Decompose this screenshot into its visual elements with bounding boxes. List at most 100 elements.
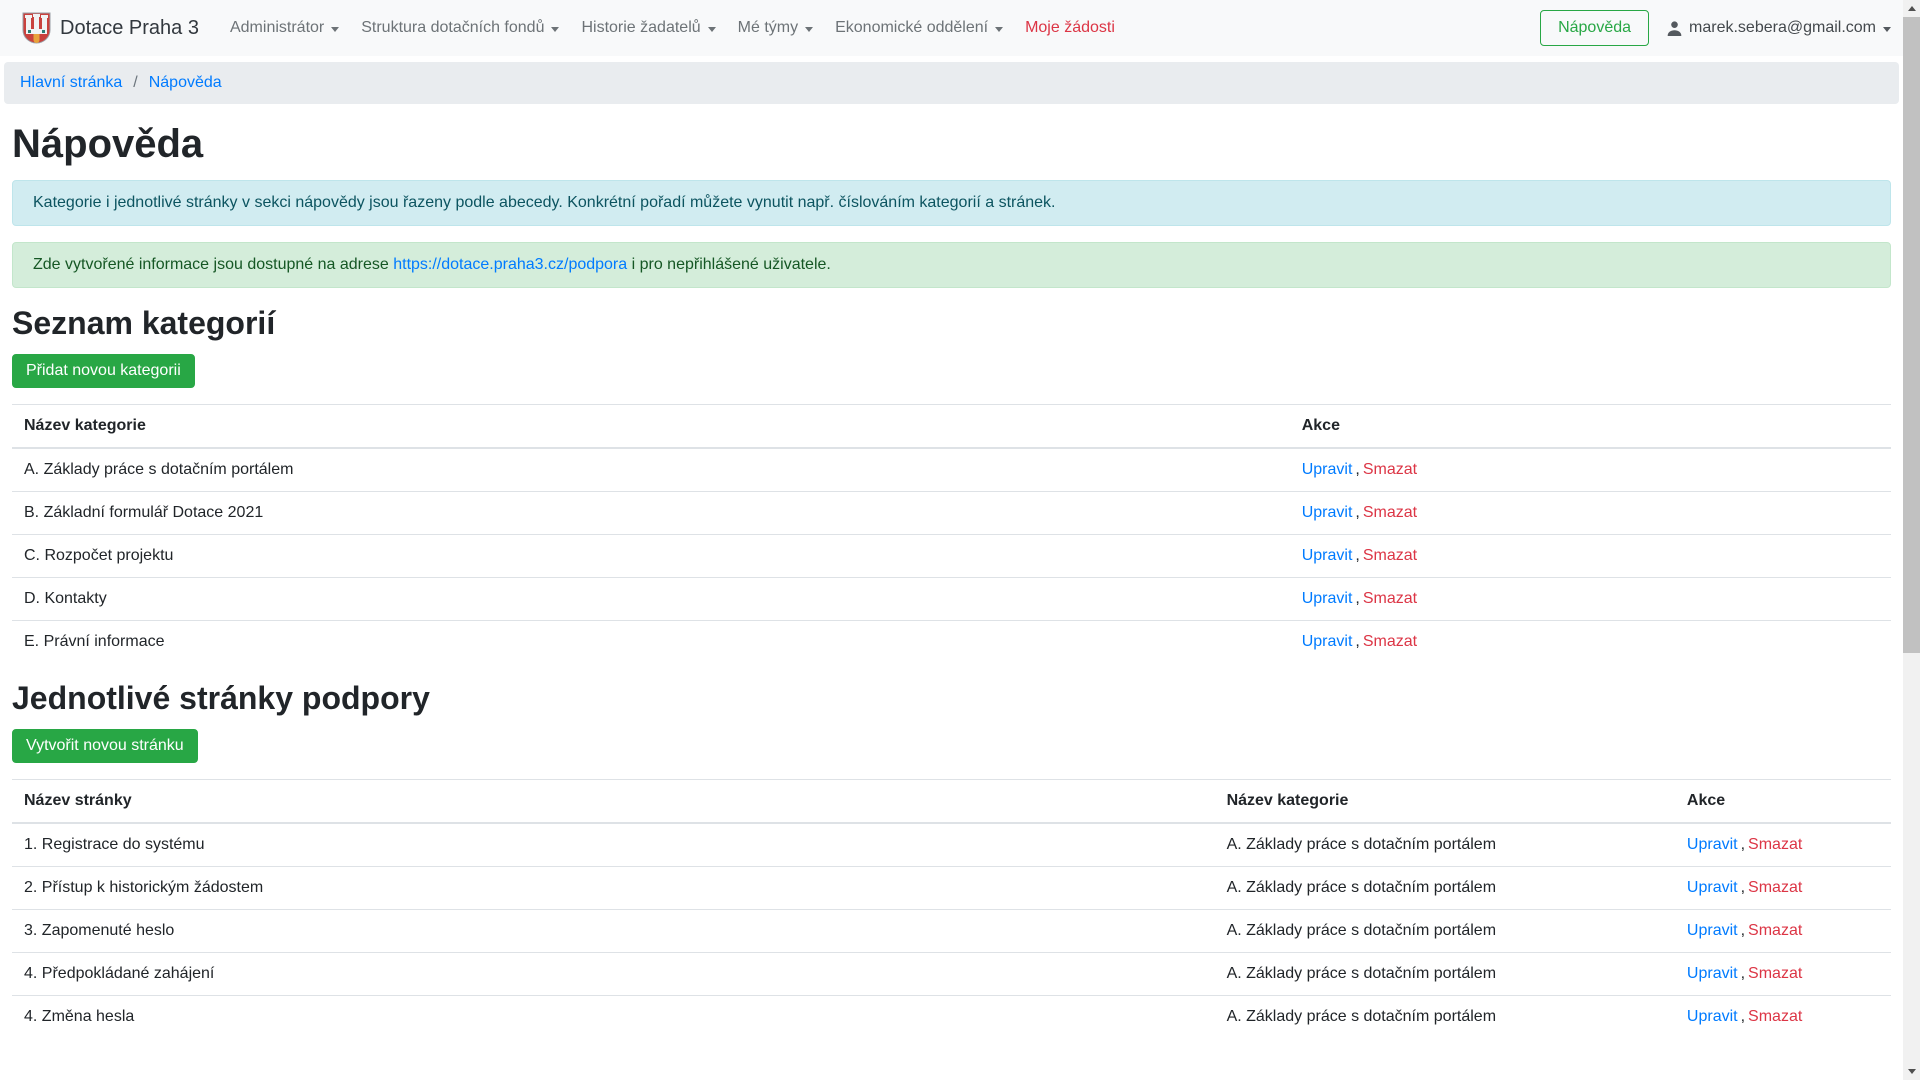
- table-row: 4. Předpokládané zahájení A. Základy prá…: [12, 953, 1891, 996]
- page-category: A. Základy práce s dotačním portálem: [1215, 953, 1675, 996]
- table-row: A. Základy práce s dotačním portálem Upr…: [12, 448, 1891, 492]
- edit-link[interactable]: Upravit: [1302, 590, 1353, 607]
- podpora-link[interactable]: https://dotace.praha3.cz/podpora: [393, 256, 627, 273]
- column-header-nazev-stranky: Název stránky: [12, 780, 1215, 824]
- category-name: B. Základní formulář Dotace 2021: [12, 492, 1290, 535]
- action-separator: ,: [1355, 461, 1359, 478]
- breadcrumb: Hlavní stránka / Nápověda: [4, 62, 1899, 104]
- table-row: 1. Registrace do systému A. Základy prác…: [12, 823, 1891, 867]
- action-separator: ,: [1741, 1008, 1745, 1025]
- breadcrumb-home-link[interactable]: Hlavní stránka: [20, 74, 122, 92]
- nav-item-label: Historie žadatelů: [581, 19, 700, 37]
- delete-link[interactable]: Smazat: [1363, 633, 1417, 650]
- delete-link[interactable]: Smazat: [1363, 590, 1417, 607]
- add-category-button[interactable]: Přidat novou kategorii: [12, 354, 195, 388]
- nav-item-label: Ekonomické oddělení: [835, 19, 988, 37]
- nav-item-label: Struktura dotačních fondů: [361, 19, 544, 37]
- user-icon: [1666, 20, 1683, 37]
- page-name: 1. Registrace do systému: [12, 823, 1215, 867]
- table-row: E. Právní informace Upravit,Smazat: [12, 621, 1891, 664]
- help-button[interactable]: Nápověda: [1540, 10, 1649, 46]
- vertical-scrollbar[interactable]: [1903, 0, 1920, 1080]
- delete-link[interactable]: Smazat: [1748, 836, 1802, 853]
- category-name: C. Rozpočet projektu: [12, 535, 1290, 578]
- edit-link[interactable]: Upravit: [1687, 879, 1738, 896]
- navbar: Dotace Praha 3 Administrátor Struktura d…: [0, 0, 1903, 56]
- edit-link[interactable]: Upravit: [1687, 922, 1738, 939]
- page-category: A. Základy práce s dotačním portálem: [1215, 910, 1675, 953]
- edit-link[interactable]: Upravit: [1687, 965, 1738, 982]
- delete-link[interactable]: Smazat: [1363, 504, 1417, 521]
- edit-link[interactable]: Upravit: [1302, 633, 1353, 650]
- table-row: B. Základní formulář Dotace 2021 Upravit…: [12, 492, 1891, 535]
- main-content: Nápověda Kategorie i jednotlivé stránky …: [0, 120, 1903, 1038]
- category-name: E. Právní informace: [12, 621, 1290, 664]
- success-alert: Zde vytvořené informace jsou dostupné na…: [12, 242, 1891, 288]
- page-name: 2. Přístup k historickým žádostem: [12, 867, 1215, 910]
- page-name: 4. Předpokládané zahájení: [12, 953, 1215, 996]
- delete-link[interactable]: Smazat: [1748, 965, 1802, 982]
- action-separator: ,: [1741, 836, 1745, 853]
- table-row: 2. Přístup k historickým žádostem A. Zák…: [12, 867, 1891, 910]
- edit-link[interactable]: Upravit: [1302, 547, 1353, 564]
- nav-item-me-tymy[interactable]: Mé týmy: [727, 11, 824, 45]
- page-title: Nápověda: [12, 120, 1891, 168]
- nav-item-moje-zadosti[interactable]: Moje žádosti: [1014, 11, 1126, 45]
- categories-heading: Seznam kategorií: [12, 304, 1891, 342]
- delete-link[interactable]: Smazat: [1363, 547, 1417, 564]
- praha3-logo-icon: [22, 12, 51, 44]
- scrollbar-thumb[interactable]: [1903, 17, 1920, 653]
- pages-table: Název stránky Název kategorie Akce 1. Re…: [12, 779, 1891, 1038]
- chevron-down-icon: [551, 27, 559, 32]
- page-name: 4. Změna hesla: [12, 996, 1215, 1039]
- action-separator: ,: [1355, 547, 1359, 564]
- create-page-button[interactable]: Vytvořit novou stránku: [12, 729, 198, 763]
- nav-item-struktura-dotacnich-fondu[interactable]: Struktura dotačních fondů: [350, 11, 570, 45]
- nav-item-historie-zadatelu[interactable]: Historie žadatelů: [570, 11, 726, 45]
- edit-link[interactable]: Upravit: [1302, 461, 1353, 478]
- delete-link[interactable]: Smazat: [1748, 922, 1802, 939]
- chevron-down-icon: [331, 27, 339, 32]
- table-row: C. Rozpočet projektu Upravit,Smazat: [12, 535, 1891, 578]
- page-category: A. Základy práce s dotačním portálem: [1215, 867, 1675, 910]
- nav-item-label: Moje žádosti: [1025, 19, 1115, 37]
- success-alert-text-after: i pro nepřihlášené uživatele.: [627, 256, 831, 273]
- edit-link[interactable]: Upravit: [1687, 836, 1738, 853]
- info-alert: Kategorie i jednotlivé stránky v sekci n…: [12, 180, 1891, 226]
- table-row: D. Kontakty Upravit,Smazat: [12, 578, 1891, 621]
- edit-link[interactable]: Upravit: [1302, 504, 1353, 521]
- user-menu[interactable]: marek.sebera@gmail.com: [1666, 19, 1891, 37]
- scrollbar-up-arrow[interactable]: [1903, 0, 1920, 17]
- chevron-down-icon: [805, 27, 813, 32]
- triangle-down-icon: [1908, 1069, 1916, 1074]
- table-row: 4. Změna hesla A. Základy práce s dotačn…: [12, 996, 1891, 1039]
- chevron-down-icon: [995, 27, 1003, 32]
- scrollbar-down-arrow[interactable]: [1903, 1063, 1920, 1080]
- brand[interactable]: Dotace Praha 3: [22, 12, 199, 44]
- column-header-akce: Akce: [1675, 780, 1891, 824]
- table-row: 3. Zapomenuté heslo A. Základy práce s d…: [12, 910, 1891, 953]
- pages-heading: Jednotlivé stránky podpory: [12, 679, 1891, 717]
- brand-title: Dotace Praha 3: [60, 17, 199, 40]
- chevron-down-icon: [708, 27, 716, 32]
- categories-table: Název kategorie Akce A. Základy práce s …: [12, 404, 1891, 663]
- edit-link[interactable]: Upravit: [1687, 1008, 1738, 1025]
- column-header-akce: Akce: [1290, 405, 1891, 449]
- delete-link[interactable]: Smazat: [1748, 1008, 1802, 1025]
- nav-item-ekonomicke-oddeleni[interactable]: Ekonomické oddělení: [824, 11, 1014, 45]
- main-nav: Administrátor Struktura dotačních fondů …: [219, 11, 1126, 45]
- nav-item-administrator[interactable]: Administrátor: [219, 11, 350, 45]
- info-alert-text: Kategorie i jednotlivé stránky v sekci n…: [33, 194, 1055, 211]
- table-header-row: Název kategorie Akce: [12, 405, 1891, 449]
- column-header-nazev-kategorie: Název kategorie: [1215, 780, 1675, 824]
- table-header-row: Název stránky Název kategorie Akce: [12, 780, 1891, 824]
- breadcrumb-current-link[interactable]: Nápověda: [149, 74, 222, 92]
- page-name: 3. Zapomenuté heslo: [12, 910, 1215, 953]
- delete-link[interactable]: Smazat: [1363, 461, 1417, 478]
- breadcrumb-separator: /: [122, 74, 148, 92]
- action-separator: ,: [1355, 590, 1359, 607]
- user-email: marek.sebera@gmail.com: [1689, 19, 1876, 37]
- delete-link[interactable]: Smazat: [1748, 879, 1802, 896]
- action-separator: ,: [1741, 922, 1745, 939]
- triangle-up-icon: [1908, 6, 1916, 11]
